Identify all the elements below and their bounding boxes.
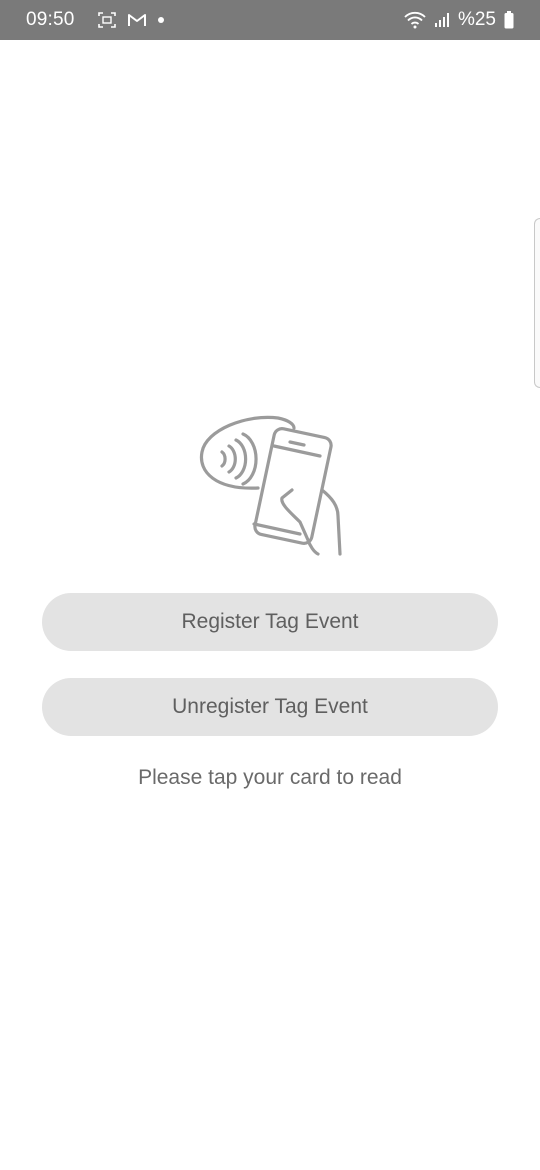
- status-time: 09:50: [26, 9, 75, 30]
- status-left-group: 09:50: [26, 9, 165, 31]
- battery-percent: %25: [457, 9, 496, 30]
- gmail-icon: [127, 12, 147, 28]
- status-bar: 09:50 %25: [0, 0, 540, 40]
- nfc-tap-phone-icon: [196, 412, 346, 562]
- screenshot-icon: [97, 11, 117, 29]
- battery-icon: [504, 11, 514, 29]
- edge-panel-handle[interactable]: [534, 218, 540, 388]
- status-right-group: %25: [404, 9, 514, 31]
- wifi-icon: [404, 11, 426, 29]
- notification-dot-icon: [157, 16, 165, 24]
- cellular-signal-icon: [434, 12, 450, 28]
- register-tag-event-button[interactable]: Register Tag Event: [42, 593, 498, 651]
- unregister-tag-event-button[interactable]: Unregister Tag Event: [42, 678, 498, 736]
- status-message: Please tap your card to read: [138, 766, 402, 789]
